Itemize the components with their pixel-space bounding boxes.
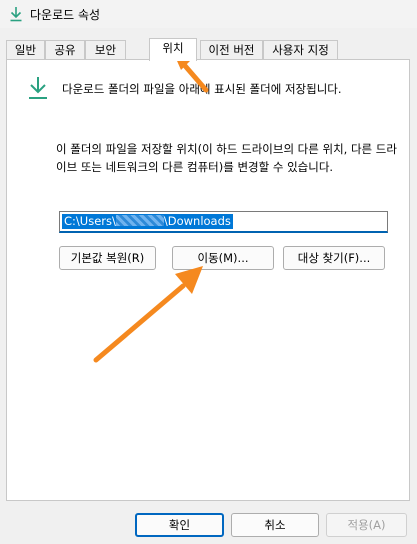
location-panel: 다운로드 폴더의 파일을 아래에 표시된 폴더에 저장됩니다. 이 폴더의 파일… xyxy=(6,59,410,501)
move-button[interactable]: 이동(M)... xyxy=(172,246,274,270)
folder-path-selection: C:\Users\ \Downloads xyxy=(62,214,233,229)
tab-sharing[interactable]: 공유 xyxy=(45,40,85,59)
tab-location[interactable]: 위치 xyxy=(149,38,197,61)
apply-button[interactable]: 적용(A) xyxy=(326,513,407,537)
cancel-button[interactable]: 취소 xyxy=(231,513,319,537)
find-target-button[interactable]: 대상 찾기(F)... xyxy=(283,246,385,270)
download-icon xyxy=(10,7,22,22)
path-username-redacted xyxy=(115,215,164,226)
location-description: 다운로드 폴더의 파일을 아래에 표시된 폴더에 저장됩니다. xyxy=(62,82,342,96)
window-title: 다운로드 속성 xyxy=(30,8,101,22)
location-instructions: 이 폴더의 파일을 저장할 위치(이 하드 드라이브의 다른 위치, 다른 드라… xyxy=(56,142,397,174)
tab-general[interactable]: 일반 xyxy=(6,40,45,59)
download-folder-icon xyxy=(29,77,47,99)
ok-button[interactable]: 확인 xyxy=(135,513,224,537)
tab-previous-versions[interactable]: 이전 버전 xyxy=(200,40,263,59)
folder-path-field[interactable]: C:\Users\ \Downloads xyxy=(59,211,388,233)
tab-customize[interactable]: 사용자 지정 xyxy=(263,40,338,59)
tab-security[interactable]: 보안 xyxy=(85,40,126,59)
title-bar: 다운로드 속성 xyxy=(0,0,417,28)
restore-default-button[interactable]: 기본값 복원(R) xyxy=(59,246,156,270)
